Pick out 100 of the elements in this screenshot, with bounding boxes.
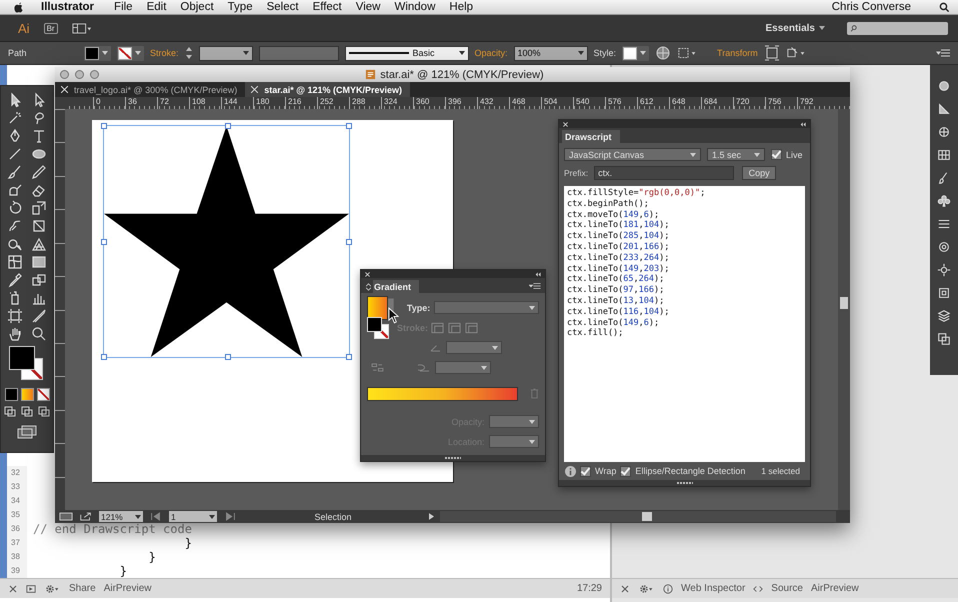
- gradient-tool-icon[interactable]: [31, 254, 47, 270]
- eyedropper-icon[interactable]: [7, 272, 23, 288]
- status-icon[interactable]: [59, 512, 73, 521]
- search-field[interactable]: [847, 22, 948, 34]
- close-icon[interactable]: [8, 584, 18, 594]
- apple-logo-icon[interactable]: [12, 0, 25, 14]
- pencil-icon[interactable]: [31, 164, 47, 180]
- circles-icon[interactable]: [937, 240, 951, 254]
- club-icon[interactable]: [937, 194, 951, 208]
- target-icon[interactable]: [937, 125, 951, 139]
- triangle-icon[interactable]: [937, 102, 951, 116]
- opacity-link[interactable]: Opacity:: [474, 48, 508, 58]
- up-down-arrows-icon[interactable]: [366, 282, 371, 290]
- workspace-switcher[interactable]: Essentials: [766, 22, 815, 34]
- menu-item[interactable]: Edit: [146, 1, 166, 13]
- gear-icon[interactable]: [638, 584, 655, 594]
- selection-handle[interactable]: [101, 354, 107, 360]
- fill-color-control[interactable]: [84, 46, 111, 60]
- gradient-swatch[interactable]: [367, 296, 388, 320]
- panel-menu-icon[interactable]: [529, 282, 541, 290]
- close-icon[interactable]: [620, 584, 630, 594]
- user-name[interactable]: Chris Converse: [832, 1, 911, 13]
- code-output[interactable]: [564, 186, 805, 462]
- share-button[interactable]: Share: [69, 583, 96, 594]
- draw-mode-icon[interactable]: [20, 405, 34, 417]
- menu-item[interactable]: Window: [394, 1, 436, 13]
- detection-checkbox[interactable]: Ellipse/Rectangle Detection: [620, 466, 746, 476]
- menu-item[interactable]: Type: [228, 1, 253, 13]
- artboard-field[interactable]: 1: [169, 511, 217, 522]
- fill-swatch[interactable]: [367, 316, 382, 332]
- transform-link[interactable]: Transform: [717, 48, 758, 58]
- style-control[interactable]: [622, 46, 650, 60]
- transform-icon[interactable]: [764, 45, 780, 61]
- info-icon[interactable]: [565, 466, 576, 476]
- artboard-icon[interactable]: [7, 308, 23, 324]
- airpreview-button[interactable]: AirPreview: [104, 583, 152, 594]
- sun-icon[interactable]: [937, 263, 951, 277]
- info-icon[interactable]: [663, 584, 673, 594]
- perspective-grid-icon[interactable]: [31, 236, 47, 252]
- type-icon[interactable]: [31, 128, 47, 144]
- selection-handle[interactable]: [225, 123, 231, 129]
- menu-item[interactable]: Illustrator: [41, 1, 94, 13]
- preview-icon[interactable]: [26, 584, 36, 594]
- magic-wand-icon[interactable]: [7, 110, 23, 126]
- menu-item[interactable]: View: [356, 1, 380, 13]
- document-tab[interactable]: star.ai* @ 121% (CMYK/Preview): [245, 82, 410, 97]
- play-icon[interactable]: [429, 513, 434, 520]
- draw-mode-icon[interactable]: [37, 405, 51, 417]
- recolor-icon[interactable]: [655, 45, 672, 61]
- stroke-link[interactable]: Stroke:: [150, 48, 179, 58]
- prefix-field[interactable]: ctx.: [594, 166, 734, 180]
- hand-icon[interactable]: [7, 326, 23, 342]
- menu-item[interactable]: Help: [449, 1, 474, 13]
- panel-tab[interactable]: Gradient: [373, 280, 420, 293]
- rotate-icon[interactable]: [7, 200, 23, 216]
- draw-mode-icon[interactable]: [3, 405, 17, 417]
- brush-field[interactable]: Basic: [344, 46, 469, 60]
- grid-icon[interactable]: [937, 148, 951, 162]
- airpreview-button[interactable]: AirPreview: [810, 583, 859, 594]
- blend-icon[interactable]: [31, 272, 47, 288]
- search-icon[interactable]: [939, 2, 950, 12]
- spinner-icon[interactable]: [184, 46, 193, 60]
- color-swatch-button[interactable]: [4, 388, 18, 401]
- format-dropdown[interactable]: JavaScript Canvas: [564, 148, 701, 161]
- variable-width-field[interactable]: [258, 46, 339, 60]
- menu-item[interactable]: Select: [266, 1, 299, 13]
- mesh-icon[interactable]: [7, 254, 23, 270]
- overlap-squares-icon[interactable]: [937, 332, 951, 346]
- line-segment-icon[interactable]: [7, 146, 23, 162]
- selection-handle[interactable]: [346, 123, 352, 129]
- copy-button[interactable]: Copy: [742, 166, 776, 180]
- stroke-color-control[interactable]: [117, 46, 144, 60]
- current-tool-label[interactable]: Selection: [243, 512, 423, 522]
- none-swatch-button[interactable]: [36, 388, 50, 401]
- selection-handle[interactable]: [101, 239, 107, 245]
- fill-swatch[interactable]: [9, 346, 35, 370]
- vertical-scrollbar[interactable]: [838, 109, 850, 510]
- live-checkbox[interactable]: Live: [771, 149, 803, 160]
- selection-handle[interactable]: [101, 123, 107, 129]
- gradient-swatch-button[interactable]: [20, 388, 34, 401]
- stack-icon[interactable]: [937, 309, 951, 323]
- zoom-icon[interactable]: [31, 326, 47, 342]
- horizontal-scrollbar[interactable]: [440, 511, 836, 522]
- menu-item[interactable]: Effect: [312, 1, 342, 13]
- code-brackets-icon[interactable]: [753, 584, 764, 594]
- free-transform-icon[interactable]: [31, 218, 47, 234]
- document-tab[interactable]: travel_logo.ai* @ 300% (CMYK/Preview): [55, 82, 246, 97]
- share-icon[interactable]: [79, 512, 93, 521]
- selection-handle[interactable]: [346, 354, 352, 360]
- web-inspector-button[interactable]: Web Inspector: [681, 583, 746, 594]
- wrap-checkbox[interactable]: Wrap: [580, 466, 616, 476]
- warp-icon[interactable]: [7, 218, 23, 234]
- zoom-field[interactable]: 121%: [99, 511, 143, 522]
- blob-brush-icon[interactable]: [7, 182, 23, 198]
- bridge-button[interactable]: Br: [44, 22, 58, 34]
- paintbrush-icon[interactable]: [7, 164, 23, 180]
- panel-tab[interactable]: Drawscript: [562, 130, 620, 143]
- selection-handle[interactable]: [346, 239, 352, 245]
- opacity-field[interactable]: 100%: [514, 46, 588, 60]
- source-button[interactable]: Source: [771, 583, 803, 594]
